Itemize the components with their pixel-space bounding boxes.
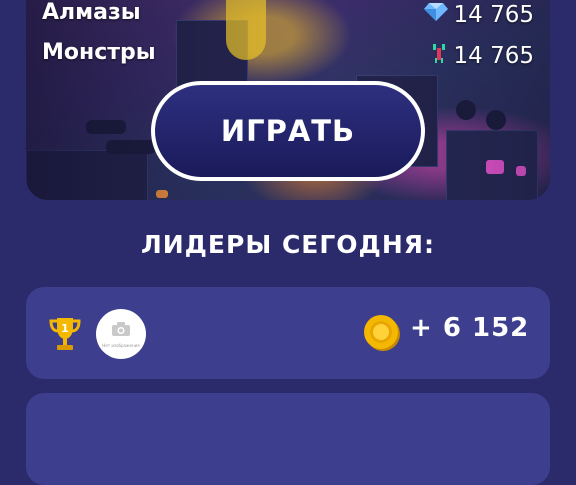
- monsters-count: 14 765: [453, 43, 534, 69]
- coin-icon: [362, 313, 402, 357]
- avatar-caption: Нет изображения: [102, 342, 140, 348]
- stat-label-diamonds: Алмазы: [42, 0, 141, 25]
- stat-value-diamonds: 14 765: [423, 2, 534, 28]
- play-button[interactable]: ИГРАТЬ: [151, 81, 425, 181]
- monster-icon: [430, 42, 448, 70]
- stat-label-monsters: Монстры: [42, 40, 156, 65]
- trophy-icon: 1: [48, 315, 82, 357]
- diamonds-count: 14 765: [453, 2, 534, 28]
- avatar[interactable]: Нет изображения: [96, 309, 146, 359]
- play-button-label: ИГРАТЬ: [220, 114, 356, 148]
- stat-value-monsters: 14 765: [430, 42, 534, 70]
- camera-icon: [111, 321, 131, 341]
- leader-row[interactable]: [26, 393, 550, 485]
- leaders-title: ЛИДЕРЫ СЕГОДНЯ:: [140, 230, 435, 259]
- leader-amount: + 6 152: [410, 313, 530, 343]
- diamond-icon: [423, 2, 448, 28]
- rank-number: 1: [61, 322, 69, 335]
